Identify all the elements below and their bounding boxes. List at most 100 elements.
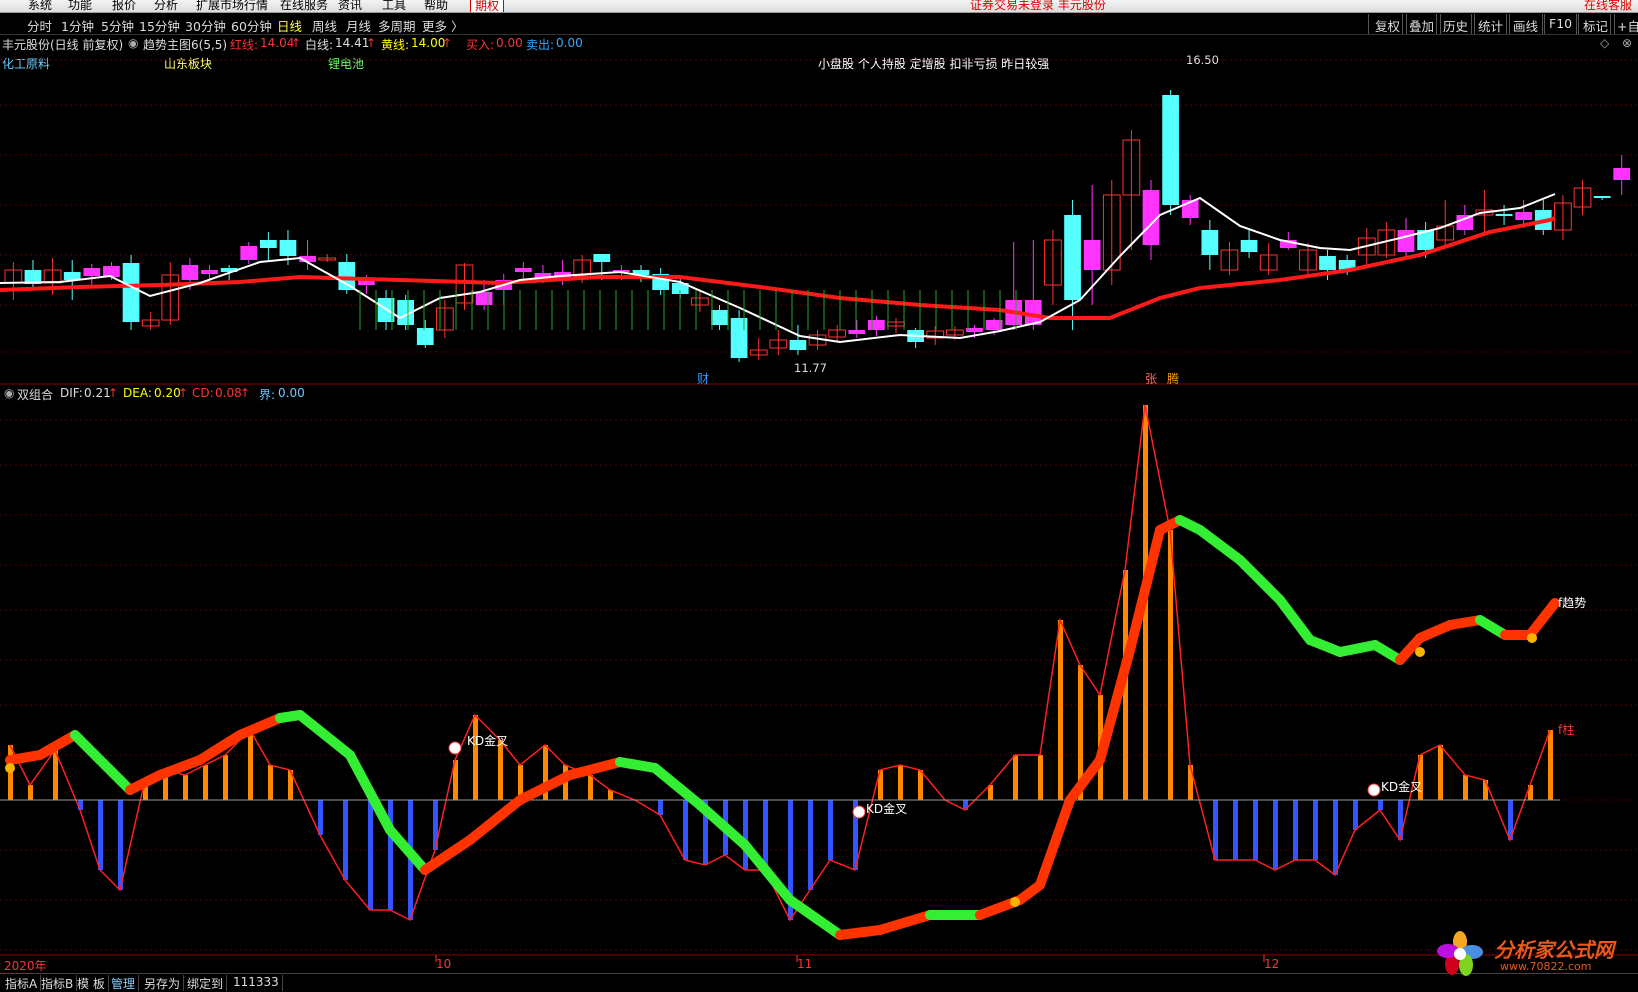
tab-save-as[interactable]: 另存为 (141, 975, 185, 991)
indicator-name[interactable]: 趋势主图6(5,5) (143, 36, 227, 53)
cd-value: 0.08 (215, 386, 242, 400)
up-arrow-icon: ↑ (291, 36, 302, 50)
red-trend-line (0, 216, 1556, 320)
time-axis: 2020年 10 11 12 (0, 956, 1638, 973)
macd-bar (743, 800, 748, 870)
macd-bar (1463, 775, 1468, 800)
candle-body (416, 328, 434, 345)
period-multi[interactable]: 多周期 (378, 16, 416, 35)
macd-bar (78, 800, 83, 810)
menu-analysis[interactable]: 分析 (154, 0, 178, 12)
period-5min[interactable]: 5分钟 (101, 16, 134, 35)
candle-body (1613, 168, 1631, 180)
candle-body (122, 263, 140, 322)
candle-body (103, 266, 120, 277)
options-tab[interactable]: 期权 (470, 0, 505, 12)
period-15min[interactable]: 15分钟 (139, 16, 180, 35)
macd-name[interactable]: 双组合 (17, 386, 53, 403)
period-daily[interactable]: 日线 (277, 16, 302, 35)
tab-indicator-a[interactable]: 指标A (2, 975, 42, 991)
sector-shandong[interactable]: 山东板块 (164, 55, 212, 72)
period-weekly[interactable]: 周线 (312, 16, 337, 35)
macd-bar (53, 750, 58, 800)
candle-body (377, 298, 395, 322)
indicator-toggle-icon[interactable]: ◉ (4, 386, 14, 400)
period-more[interactable]: 更多 〉 (422, 16, 463, 35)
tab-bind[interactable]: 绑定到 (184, 975, 228, 991)
menu-system[interactable]: 系统 (28, 0, 52, 12)
period-fenshi[interactable]: 分时 (27, 16, 52, 35)
period-1min[interactable]: 1分钟 (61, 16, 94, 35)
menu-ext-market[interactable]: 扩展市场行情 (196, 0, 268, 12)
candle-body (220, 268, 238, 272)
macd-bar (498, 740, 503, 800)
dif-ribbon-segment (1525, 598, 1560, 640)
time-label-12: 12 (1264, 957, 1280, 971)
period-monthly[interactable]: 月线 (346, 16, 371, 35)
macd-bar (1353, 800, 1358, 830)
candle-body (828, 329, 847, 338)
event-cai[interactable]: 财 (697, 370, 709, 387)
macd-bar (1213, 800, 1218, 860)
dif-ribbon-segment (1015, 880, 1045, 905)
menu-tools[interactable]: 工具 (382, 0, 406, 12)
btn-plus[interactable]: +自 (1610, 14, 1638, 34)
candle-body (534, 273, 552, 280)
menu-help[interactable]: 帮助 (424, 0, 448, 12)
up-arrow-icon: ↑ (240, 386, 251, 400)
candle-body (1102, 194, 1121, 271)
candle-body (769, 339, 788, 349)
chevron-up-icon[interactable]: ◇ (1600, 36, 1609, 50)
menu-online[interactable]: 在线服务 (280, 0, 328, 12)
btn-draw[interactable]: 画线 (1506, 14, 1546, 34)
sector-lithium[interactable]: 锂电池 (328, 55, 364, 72)
login-status: 证券交易未登录 丰元股份 (970, 0, 1106, 12)
period-60min[interactable]: 60分钟 (231, 16, 272, 35)
menu-quote[interactable]: 报价 (112, 0, 136, 12)
candle-body (495, 280, 513, 290)
dif-ribbon-segment (5, 750, 45, 765)
macd-bar (1333, 800, 1338, 875)
dif-ribbon-segment (565, 757, 625, 780)
period-30min[interactable]: 30分钟 (185, 16, 226, 35)
candle-body (1357, 237, 1376, 256)
dif-ribbon-segment (1275, 595, 1315, 645)
tab-indicator-b[interactable]: 指标B (38, 975, 78, 991)
candle-body (671, 283, 689, 294)
candle-body (1220, 249, 1239, 271)
candle-body (279, 240, 297, 256)
macd-bar (248, 730, 253, 800)
macd-bar (1293, 800, 1298, 860)
candle-body (808, 334, 827, 346)
up-arrow-icon: ↑ (366, 36, 377, 50)
candle-body (730, 318, 748, 358)
buy-label: 买入: (466, 38, 495, 52)
sector-chem[interactable]: 化工原料 (2, 55, 50, 72)
candle-body (455, 264, 474, 304)
buy-value: 0.00 (496, 36, 523, 50)
tab-code[interactable]: 111333 (230, 975, 283, 991)
tab-template[interactable]: 模 板 (74, 975, 109, 991)
menu-function[interactable]: 功能 (68, 0, 92, 12)
candle-body (1162, 95, 1179, 205)
candle-body (24, 270, 42, 284)
dif-ribbon-segment (155, 755, 205, 780)
event-teng[interactable]: 腾 (1167, 370, 1179, 387)
menu-news[interactable]: 资讯 (338, 0, 362, 12)
btn-f10[interactable]: F10 (1542, 14, 1580, 34)
tab-manage[interactable]: 管理 (108, 975, 140, 991)
candle-body (945, 329, 964, 336)
time-label-10: 10 (436, 957, 452, 971)
online-service[interactable]: 在线客服 (1584, 0, 1632, 12)
candle-body (358, 280, 375, 285)
btn-history[interactable]: 历史 (1436, 14, 1476, 34)
dif-ribbon-segment (1195, 525, 1245, 565)
macd-bar (1013, 755, 1018, 800)
dif-ribbon-segment (1475, 615, 1510, 640)
btn-stats[interactable]: 统计 (1471, 14, 1511, 34)
indicator-toggle-icon[interactable]: ◉ (128, 36, 138, 50)
close-icon[interactable]: ⊗ (1622, 36, 1632, 50)
macd-bar (1098, 695, 1103, 800)
candle-body (397, 300, 415, 325)
event-zhang[interactable]: 张 (1145, 370, 1157, 387)
